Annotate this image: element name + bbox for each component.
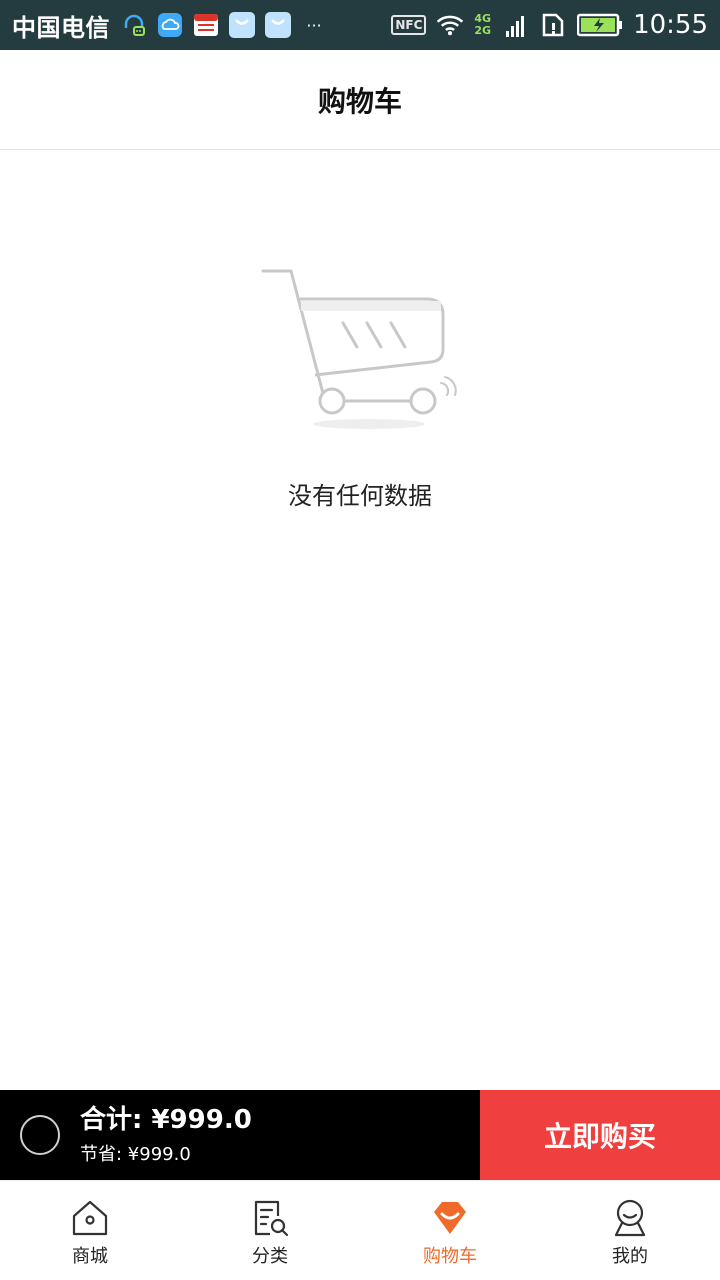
weather-notification-icon [156,11,184,39]
total-price: 合计: ¥999.0 [80,1105,252,1135]
calendar-notification-icon [192,11,220,39]
bottom-tab-bar: 商城 分类 购物车 我的 [0,1180,720,1280]
tab-profile[interactable]: 我的 [540,1181,720,1280]
tab-label: 购物车 [423,1245,477,1267]
tab-cart[interactable]: 购物车 [360,1181,540,1280]
tab-category[interactable]: 分类 [180,1181,360,1280]
more-notifications-icon: ··· [306,15,322,35]
shopping-bag-notification-icon [264,11,292,39]
shopping-cart-icon [261,269,457,429]
status-bar: 中国电信 ··· NFC 4G 2G 10:55 [0,0,720,50]
signal-icon [501,11,529,39]
empty-message: 没有任何数据 [288,482,432,510]
empty-state: 没有任何数据 [0,255,720,511]
select-all-checkbox[interactable] [20,1115,60,1155]
page-title: 购物车 [317,84,402,118]
buy-now-button[interactable]: 立即购买 [480,1090,720,1180]
checkout-summary: 合计: ¥999.0 节省: ¥999.0 [0,1090,480,1180]
sim-alert-icon [539,11,567,39]
network-type: 4G 2G [474,13,491,37]
savings-price: 节省: ¥999.0 [80,1144,191,1165]
shopping-bag-notification-icon [228,11,256,39]
category-search-icon [254,1200,289,1236]
clock: 10:55 [633,10,708,40]
network-2g-label: 2G [474,24,492,37]
tab-label: 分类 [252,1245,288,1267]
status-left: 中国电信 ··· [12,8,328,43]
home-icon [72,1200,108,1235]
checkout-bar: 合计: ¥999.0 节省: ¥999.0 立即购买 [0,1090,720,1180]
tab-label: 我的 [612,1245,648,1267]
user-icon [614,1199,646,1236]
nfc-icon: NFC [391,15,427,35]
battery-icon [577,11,623,39]
cart-tab-icon [434,1201,466,1234]
tab-home[interactable]: 商城 [0,1181,180,1280]
status-right: NFC 4G 2G 10:55 [391,10,708,40]
totals: 合计: ¥999.0 节省: ¥999.0 [80,1102,252,1168]
page-header: 购物车 [0,50,720,150]
carrier-name: 中国电信 [12,13,110,42]
headset-notification-icon [120,11,148,39]
wifi-icon [436,11,464,39]
tab-label: 商城 [72,1245,108,1267]
